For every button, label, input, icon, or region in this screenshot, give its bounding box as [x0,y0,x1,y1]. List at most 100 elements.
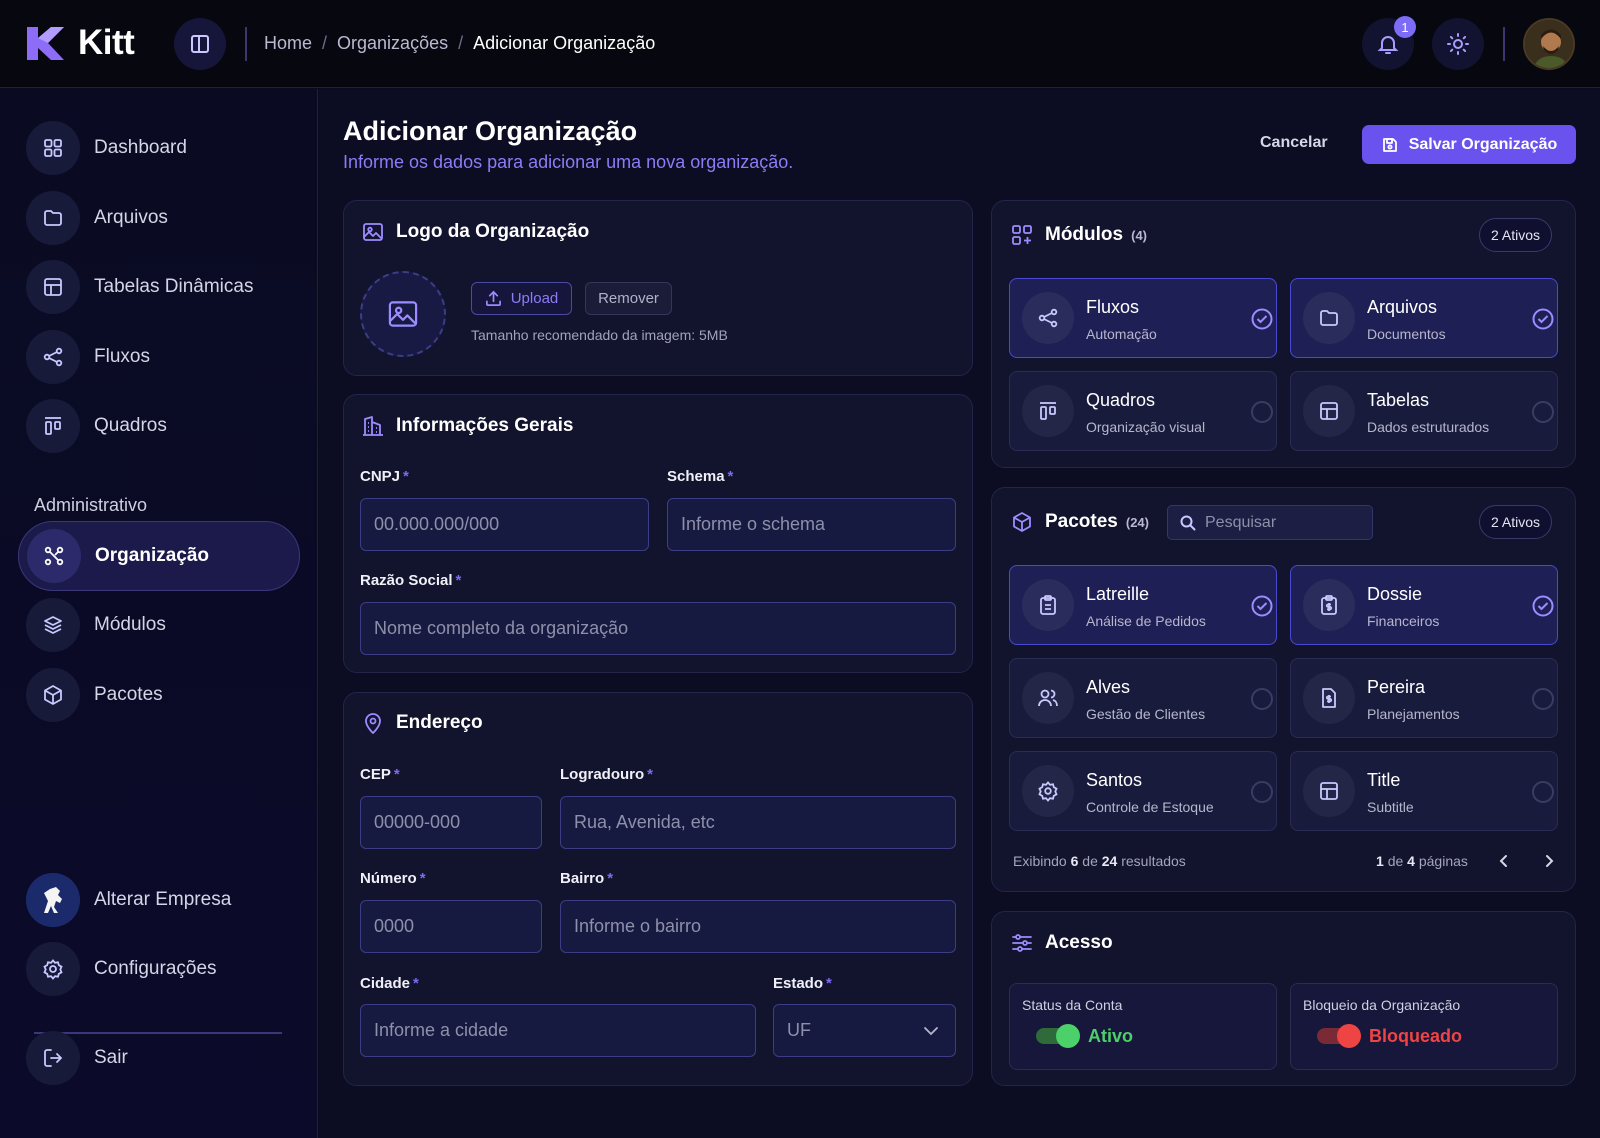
module-subtitle: Organização visual [1086,419,1206,435]
package-tile-alves[interactable]: Alves Gestão de Clientes [1009,658,1277,738]
cep-input[interactable]: 00000-000 [360,796,542,849]
cnpj-label: CNPJ * [360,468,409,485]
upload-button[interactable]: Upload [471,282,572,315]
package-subtitle: Análise de Pedidos [1086,613,1206,629]
logradouro-label: Logradouro * [560,766,653,783]
app-logo[interactable]: Kitt [24,22,135,64]
account-status-value: Ativo [1088,1026,1133,1046]
image-icon [362,221,384,243]
org-block-toggle[interactable] [1317,1024,1361,1048]
razao-social-label: Razão Social * [360,572,462,589]
save-icon [1381,136,1399,154]
sidebar-item-tabelas[interactable]: Tabelas Dinâmicas [26,260,253,314]
module-tile-quadros[interactable]: Quadros Organização visual [1009,371,1277,451]
theme-toggle-button[interactable] [1432,18,1484,70]
packages-title: Pacotes (24) [1011,511,1149,533]
page-subtitle: Informe os dados para adicionar uma nova… [343,152,794,172]
network-icon [27,529,81,583]
save-organization-button[interactable]: Salvar Organização [1362,125,1576,164]
header-divider [1503,27,1505,61]
sidebar-item-label: Pacotes [94,684,163,705]
estado-label: Estado * [773,975,832,992]
page-title: Adicionar Organização [343,116,638,146]
next-page-button[interactable] [1540,852,1558,870]
folder-icon [1303,292,1355,344]
account-status-toggle[interactable] [1036,1024,1080,1048]
module-tile-tabelas[interactable]: Tabelas Dados estruturados [1290,371,1558,451]
sidebar-item-alterar-empresa[interactable]: Alterar Empresa [26,873,231,927]
cidade-input[interactable]: Informe a cidade [360,1004,756,1057]
modules-title: Módulos (4) [1011,224,1147,246]
toggle-knob [1056,1024,1080,1048]
cancel-button[interactable]: Cancelar [1260,134,1328,152]
check-circle-icon [1251,308,1273,330]
sidebar-item-sair[interactable]: Sair [26,1031,128,1085]
cnpj-input[interactable]: 00.000.000/000 [360,498,649,551]
remove-button[interactable]: Remover [585,282,672,315]
razao-social-input[interactable]: Nome completo da organização [360,602,956,655]
package-tile-santos[interactable]: Santos Controle de Estoque [1009,751,1277,831]
access-title: Acesso [1011,932,1113,954]
account-status-label: Status da Conta [1022,997,1123,1013]
package-title: Dossie [1367,584,1423,604]
previous-page-button[interactable] [1495,852,1513,870]
sidebar-item-configuracoes[interactable]: Configurações [26,942,217,996]
package-subtitle: Controle de Estoque [1086,799,1214,815]
search-icon [1179,514,1197,532]
sidebar-item-arquivos[interactable]: Arquivos [26,191,168,245]
share-icon [26,330,80,384]
layers-icon [26,598,80,652]
notifications-button[interactable]: 1 [1362,16,1416,70]
estado-select[interactable]: UF [773,1004,956,1057]
logo-upload-dropzone[interactable] [360,271,446,357]
check-circle-icon [1532,595,1554,617]
toggle-sidebar-button[interactable] [174,18,226,70]
folder-icon [26,191,80,245]
sidebar-item-modulos[interactable]: Módulos [26,598,166,652]
package-tile-dossie[interactable]: Dossie Financeiros [1290,565,1558,645]
gear-box-icon [1022,765,1074,817]
package-tile-pereira[interactable]: Pereira Planejamentos [1290,658,1558,738]
packages-count: (24) [1125,514,1149,530]
estado-select-value: UF [787,1020,811,1040]
sidebar-item-label: Organização [95,545,210,566]
sidebar-item-fluxos[interactable]: Fluxos [26,330,150,384]
unchecked-circle-icon [1251,401,1273,423]
user-avatar[interactable] [1523,18,1575,70]
sidebar-item-dashboard[interactable]: Dashboard [26,121,187,175]
modules-count: (4) [1131,227,1147,243]
sidebar-item-label: Sair [94,1047,128,1068]
breadcrumb-separator: / [458,33,464,53]
cidade-label: Cidade * [360,975,419,992]
bairro-input[interactable]: Informe o bairro [560,900,956,953]
sidebar-item-pacotes[interactable]: Pacotes [26,668,163,722]
module-tile-arquivos[interactable]: Arquivos Documentos [1290,278,1558,358]
module-tile-fluxos[interactable]: Fluxos Automação [1009,278,1277,358]
sidebar-item-quadros[interactable]: Quadros [26,399,167,453]
apps-add-icon [1011,224,1033,246]
breadcrumb-organizations[interactable]: Organizações [337,33,448,54]
upload-icon [485,290,502,307]
org-block-value: Bloqueado [1369,1026,1462,1046]
save-organization-label: Salvar Organização [1408,135,1558,153]
logradouro-input[interactable]: Rua, Avenida, etc [560,796,956,849]
sidebar-panel-icon [189,33,211,55]
image-placeholder-icon [387,298,419,330]
sidebar-item-organizacao[interactable]: Organização [18,521,300,591]
package-tile-title[interactable]: Title Subtitle [1290,751,1558,831]
package-subtitle: Gestão de Clientes [1086,706,1206,722]
packages-active-badge: 2 Ativos [1479,505,1553,539]
chevron-down-icon [921,1021,941,1041]
file-dollar-icon [1303,672,1355,724]
schema-input[interactable]: Informe o schema [667,498,956,551]
packages-search-input[interactable]: Pesquisar [1167,505,1373,540]
sidebar-item-label: Fluxos [94,346,150,367]
sidebar-item-label: Arquivos [94,207,168,228]
sidebar-item-label: Dashboard [94,137,187,158]
numero-input[interactable]: 0000 [360,900,542,953]
package-tile-latreille[interactable]: Latreille Análise de Pedidos [1009,565,1277,645]
breadcrumb-home[interactable]: Home [264,33,312,54]
company-logo-icon [26,873,80,927]
sun-icon [1446,32,1470,56]
app-name: Kitt [78,23,135,62]
